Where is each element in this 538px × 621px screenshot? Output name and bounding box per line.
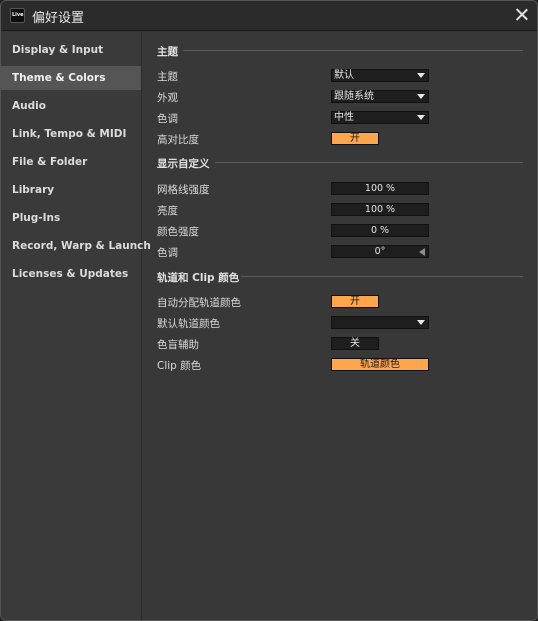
color-intensity-label: 颜色强度 <box>157 226 199 238</box>
section-divider <box>183 50 523 51</box>
section-title-display-custom: 显示自定义 <box>157 158 210 170</box>
high-contrast-toggle[interactable]: 开 <box>331 132 379 145</box>
window-title: 偏好设置 <box>32 11 85 26</box>
colorblind-label: 色盲辅助 <box>157 339 199 351</box>
hue-label: 色调 <box>157 247 178 259</box>
settings-panel: 主题 主题 默认 外观 跟随系统 色调 中性 高对比度 开 显示自定义 网格线强… <box>143 32 537 620</box>
chevron-down-icon <box>417 73 425 78</box>
live-app-icon: Live <box>10 8 25 23</box>
grid-intensity-field[interactable]: 100 % <box>331 182 429 195</box>
preferences-window: Live 偏好设置 Display & Input Theme & Colors… <box>0 0 538 621</box>
tone-dropdown[interactable]: 中性 <box>331 111 429 124</box>
brightness-label: 亮度 <box>157 205 178 217</box>
sidebar-item-audio[interactable]: Audio <box>1 94 141 118</box>
section-title-track-clip-colors: 轨道和 Clip 颜色 <box>157 272 240 284</box>
theme-dropdown[interactable]: 默认 <box>331 69 429 82</box>
tone-dropdown-value: 中性 <box>334 112 354 123</box>
colorblind-toggle[interactable]: 关 <box>331 337 379 350</box>
chevron-down-icon <box>417 94 425 99</box>
hue-field[interactable]: 0° <box>331 245 429 258</box>
section-divider <box>215 162 523 163</box>
theme-dropdown-value: 默认 <box>334 70 354 81</box>
grid-intensity-value: 100 % <box>364 183 396 194</box>
sidebar: Display & Input Theme & Colors Audio Lin… <box>1 32 151 620</box>
grid-intensity-label: 网格线强度 <box>157 184 210 196</box>
app-icon-text: Live <box>12 12 24 18</box>
chevron-down-icon <box>417 115 425 120</box>
triangle-left-icon <box>419 248 425 256</box>
chevron-down-icon <box>417 320 425 325</box>
appearance-dropdown[interactable]: 跟随系统 <box>331 90 429 103</box>
auto-assign-toggle[interactable]: 开 <box>331 295 379 308</box>
sidebar-item-link-tempo-midi[interactable]: Link, Tempo & MIDI <box>1 122 141 146</box>
auto-assign-label: 自动分配轨道颜色 <box>157 297 241 309</box>
sidebar-item-record-warp-launch[interactable]: Record, Warp & Launch <box>1 234 151 258</box>
high-contrast-label: 高对比度 <box>157 134 199 146</box>
close-icon[interactable] <box>511 4 533 26</box>
hue-value: 0° <box>374 246 386 257</box>
sidebar-item-licenses-updates[interactable]: Licenses & Updates <box>1 262 141 286</box>
appearance-dropdown-value: 跟随系统 <box>334 91 374 102</box>
section-divider <box>241 276 523 277</box>
default-track-color-dropdown[interactable] <box>331 316 429 329</box>
default-track-color-label: 默认轨道颜色 <box>157 318 220 330</box>
appearance-label: 外观 <box>157 92 178 104</box>
sidebar-item-plug-ins[interactable]: Plug-Ins <box>1 206 141 230</box>
sidebar-item-display-input[interactable]: Display & Input <box>1 38 141 62</box>
theme-label: 主题 <box>157 71 178 83</box>
color-intensity-value: 0 % <box>370 225 390 236</box>
sidebar-item-library[interactable]: Library <box>1 178 141 202</box>
clip-color-label: Clip 颜色 <box>157 360 202 372</box>
tone-label: 色调 <box>157 113 178 125</box>
brightness-field[interactable]: 100 % <box>331 203 429 216</box>
brightness-value: 100 % <box>364 204 396 215</box>
color-intensity-field[interactable]: 0 % <box>331 224 429 237</box>
title-bar: Live 偏好设置 <box>1 1 537 31</box>
sidebar-item-theme-colors[interactable]: Theme & Colors <box>1 66 141 90</box>
clip-color-selector[interactable]: 轨道颜色 <box>331 358 429 371</box>
sidebar-item-file-folder[interactable]: File & Folder <box>1 150 141 174</box>
section-title-theme: 主题 <box>157 46 178 58</box>
